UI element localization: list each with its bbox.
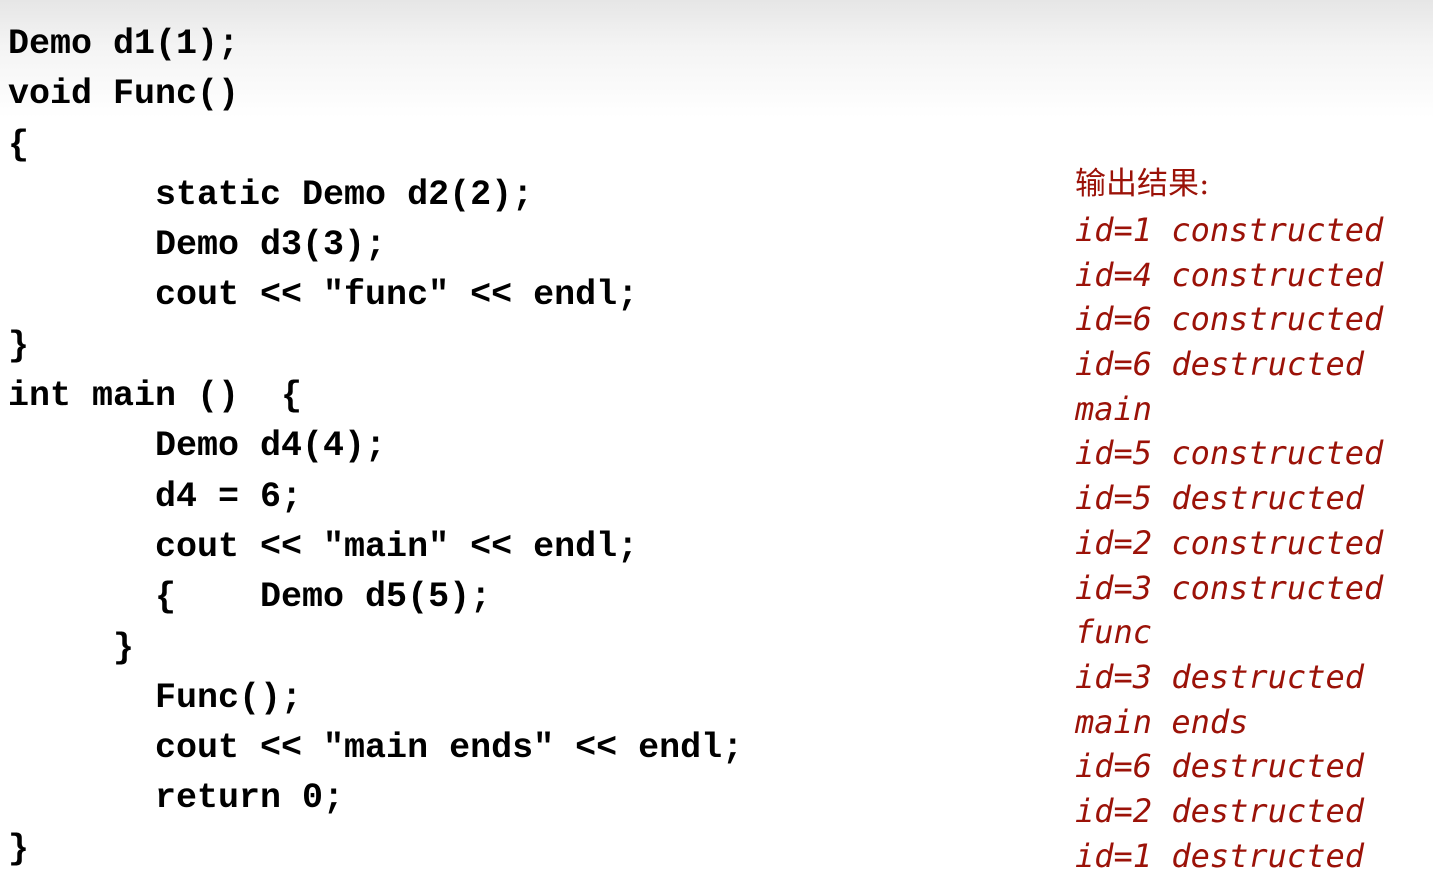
output-line: id=1 destructed	[1075, 836, 1364, 875]
code-line-text: { Demo d5(5);	[8, 577, 492, 618]
output-line: id=2 destructed	[1075, 791, 1364, 830]
code-line: Func();	[8, 673, 743, 723]
code-line: return 0;	[8, 773, 743, 823]
code-listing: Demo d1(1); void Func() { static Demo d2…	[8, 19, 743, 874]
output-line: id=5 constructed	[1075, 434, 1384, 473]
output-line: id=1 constructed	[1075, 211, 1384, 249]
code-line: Demo d1(1);	[8, 19, 743, 69]
output-title: 输出结果:	[1075, 166, 1210, 202]
code-line: int main () {	[8, 371, 743, 421]
code-line-text: cout << "main ends" << endl;	[8, 728, 744, 769]
code-line: void Func()	[8, 69, 743, 119]
code-line: cout << "func" << endl;	[8, 270, 743, 320]
output-line: id=6 destructed	[1075, 747, 1364, 786]
code-line-text: int main () {	[8, 376, 303, 417]
output-line: id=6 destructed	[1075, 345, 1364, 384]
code-line-text: Demo d3(3);	[8, 225, 387, 266]
code-line-text: Demo d4(4);	[8, 426, 387, 467]
code-line: { Demo d5(5);	[8, 572, 743, 622]
output-line: id=2 constructed	[1075, 523, 1384, 562]
code-line: {	[8, 120, 743, 170]
output-line: id=3 destructed	[1075, 657, 1364, 696]
output-line: id=5 destructed	[1075, 479, 1364, 518]
code-line: d4 = 6;	[8, 472, 743, 522]
output-line: main ends	[1075, 702, 1249, 741]
output-line: func	[1075, 613, 1153, 652]
code-line-text: d4 = 6;	[8, 476, 303, 517]
code-line: static Demo d2(2);	[8, 170, 743, 220]
code-line-text: cout << "main" << endl;	[8, 526, 639, 567]
code-line-text: return 0;	[8, 778, 345, 819]
output-line: main	[1075, 389, 1153, 428]
code-line-text: Func();	[8, 677, 303, 718]
code-line-text: }	[8, 325, 30, 366]
code-line-text: Demo d1(1);	[8, 24, 240, 64]
code-line-text: {	[8, 124, 30, 165]
code-line: }	[8, 321, 743, 371]
code-line-text: static Demo d2(2);	[8, 174, 534, 215]
code-line: Demo d3(3);	[8, 220, 743, 270]
code-line-text: }	[8, 627, 135, 668]
code-line-text: }	[8, 828, 30, 869]
output-line: id=3 constructed	[1075, 568, 1384, 607]
code-line-text: void Func()	[8, 74, 240, 115]
code-line: }	[8, 623, 743, 673]
output-line: id=4 constructed	[1075, 255, 1384, 294]
code-line-text: cout << "func" << endl;	[8, 275, 639, 316]
code-line: Demo d4(4);	[8, 421, 743, 471]
output-panel: 输出结果: id=1 constructed id=4 constructed …	[1075, 160, 1383, 878]
output-line: id=6 constructed	[1075, 300, 1384, 339]
code-line: cout << "main ends" << endl;	[8, 723, 743, 773]
code-line: }	[8, 824, 743, 874]
code-line: cout << "main" << endl;	[8, 522, 743, 572]
